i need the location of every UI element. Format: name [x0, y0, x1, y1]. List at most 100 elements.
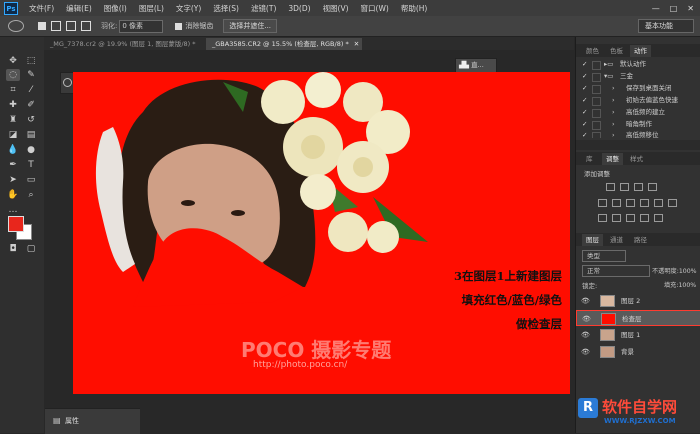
selective-color-icon[interactable] [654, 214, 663, 222]
invert-icon[interactable] [598, 214, 607, 222]
subtract-selection-icon[interactable] [66, 21, 76, 31]
tab-styles[interactable]: 样式 [626, 153, 647, 165]
exposure-icon[interactable] [648, 183, 657, 191]
vibrance-icon[interactable] [598, 199, 607, 207]
menu-3d[interactable]: 3D(D) [288, 4, 310, 13]
fill-control[interactable]: 填充:100% [664, 280, 696, 289]
tab-layers[interactable]: 图层 [582, 234, 603, 246]
path-select-icon[interactable]: ➤ [6, 174, 20, 186]
move-tool-icon[interactable]: ✥ [6, 55, 20, 67]
healing-brush-icon[interactable]: ✚ [6, 99, 20, 111]
eye-icon[interactable]: 👁 [581, 344, 590, 360]
action-row[interactable]: ✓ › 高低频移位 [576, 130, 700, 138]
blend-mode-select[interactable]: 正常 [582, 265, 650, 277]
eye-icon[interactable]: 👁 [582, 311, 591, 327]
tab-paths[interactable]: 路径 [630, 234, 651, 246]
layer-row[interactable]: 👁 图层 1 [576, 327, 700, 343]
lasso-tool-icon[interactable]: ◌ [6, 69, 20, 81]
gradient-map-icon[interactable] [640, 214, 649, 222]
black-white-icon[interactable] [640, 199, 649, 207]
histogram-float-panel[interactable]: ▟▙ 直... [455, 58, 497, 73]
pen-tool-icon[interactable]: ✒ [6, 159, 20, 171]
opacity-control[interactable]: 不透明度:100% [652, 266, 697, 275]
menu-edit[interactable]: 编辑(E) [66, 3, 92, 14]
layer-row[interactable]: 👁 图层 2 [576, 293, 700, 309]
type-tool-icon[interactable]: T [24, 159, 38, 171]
eraser-tool-icon[interactable]: ◪ [6, 129, 20, 141]
tab-channels[interactable]: 通道 [606, 234, 627, 246]
menu-file[interactable]: 文件(F) [29, 3, 54, 14]
gradient-tool-icon[interactable]: ▤ [24, 129, 38, 141]
action-row[interactable]: ✓ › 高低频的建立 [576, 107, 700, 118]
brightness-icon[interactable] [606, 183, 615, 191]
blur-tool-icon[interactable]: 💧 [6, 144, 20, 156]
dodge-tool-icon[interactable]: ● [24, 144, 38, 156]
zoom-tool-icon[interactable]: ⌕ [24, 189, 38, 201]
hue-saturation-icon[interactable] [612, 199, 621, 207]
doc-tab-2[interactable]: _GBA3585.CR2 @ 15.5% (检查层, RGB/8) * ✕ [206, 38, 362, 50]
history-brush-icon[interactable]: ↺ [24, 114, 38, 126]
site-watermark-url: WWW.RJZXW.COM [604, 417, 676, 425]
crop-tool-icon[interactable]: ⌗ [6, 84, 20, 96]
workspace-select[interactable]: 基本功能 [638, 19, 694, 33]
add-selection-icon[interactable] [51, 21, 61, 31]
foreground-color-swatch[interactable] [8, 216, 24, 232]
layer-filter-select[interactable]: 类型 [582, 250, 626, 262]
left-eye-shape [181, 200, 195, 206]
tab-libraries[interactable]: 库 [582, 153, 597, 165]
action-row[interactable]: ✓ › 初始去偏蓝色快速 [576, 95, 700, 106]
tab-adjustments[interactable]: 调整 [602, 153, 623, 165]
lasso-tool-preset-icon[interactable] [8, 20, 24, 32]
layer-row-selected[interactable]: 👁 检查层 [576, 310, 700, 326]
levels-icon[interactable] [620, 183, 629, 191]
menu-type[interactable]: 文字(Y) [176, 3, 201, 14]
menu-filter[interactable]: 滤镜(T) [251, 3, 276, 14]
doc-tab-1[interactable]: _MG_7378.cr2 @ 19.9% (图层 1, 图层蒙版/8) * ✕ [44, 38, 205, 60]
rectangle-tool-icon[interactable]: ▭ [24, 174, 38, 186]
channel-mixer-icon[interactable] [668, 199, 677, 207]
eye-icon[interactable]: 👁 [581, 327, 590, 343]
quick-mask-icon[interactable]: ◘ [6, 243, 20, 255]
posterize-icon[interactable] [612, 214, 621, 222]
float-panel-label: 直... [471, 61, 484, 69]
tab-actions[interactable]: 动作 [630, 45, 651, 57]
hand-tool-icon[interactable]: ✋ [6, 189, 20, 201]
curves-icon[interactable] [634, 183, 643, 191]
intersect-selection-icon[interactable] [81, 21, 91, 31]
menu-layer[interactable]: 图层(L) [139, 3, 164, 14]
screen-mode-icon[interactable]: ▢ [24, 243, 38, 255]
action-row[interactable]: ✓ › 暗角制作 [576, 119, 700, 130]
clone-stamp-icon[interactable]: ♜ [6, 114, 20, 126]
photo-filter-icon[interactable] [654, 199, 663, 207]
maximize-button[interactable]: □ [670, 4, 678, 13]
close-window-button[interactable]: ✕ [687, 4, 694, 13]
action-set-row[interactable]: ✓ ▾▭ 三金 [576, 71, 700, 82]
color-balance-icon[interactable] [626, 199, 635, 207]
menu-view[interactable]: 视图(V) [323, 3, 349, 14]
menu-image[interactable]: 图像(I) [104, 3, 127, 14]
menu-window[interactable]: 窗口(W) [361, 3, 389, 14]
minimize-button[interactable]: — [652, 4, 660, 13]
antialias-checkbox[interactable] [175, 22, 183, 30]
action-row[interactable]: ✓ › 保存到桌面关闭 [576, 83, 700, 94]
select-and-mask-button[interactable]: 选择并遮住... [223, 19, 278, 33]
tab-swatches[interactable]: 色板 [606, 45, 627, 57]
close-tab-icon[interactable]: ✕ [354, 40, 359, 48]
brush-tool-icon[interactable]: ✐ [24, 99, 38, 111]
document-canvas[interactable]: 3在图层1上新建图层 填充红色/蓝色/绿色 做检查层 POCO 摄影专题 htt… [73, 72, 570, 394]
more-tools-icon[interactable]: … [6, 204, 20, 216]
feather-input[interactable]: 0 像素 [119, 19, 164, 33]
action-set-row[interactable]: ✓ ▸▭ 默认动作 [576, 59, 700, 70]
eye-icon[interactable]: 👁 [581, 293, 590, 309]
properties-panel-bar[interactable]: ▤ 属性 [45, 408, 140, 434]
menu-select[interactable]: 选择(S) [213, 3, 239, 14]
tab-color[interactable]: 颜色 [582, 45, 603, 57]
eyedropper-tool-icon[interactable]: ⁄ [24, 84, 38, 96]
new-selection-icon[interactable] [38, 22, 46, 30]
quick-select-tool-icon[interactable]: ✎ [24, 69, 38, 81]
menu-help[interactable]: 帮助(H) [401, 3, 428, 14]
layer-row[interactable]: 👁 背景 [576, 344, 700, 360]
info-icon[interactable] [63, 78, 72, 87]
artboard-tool-icon[interactable]: ⬚ [24, 55, 38, 67]
threshold-icon[interactable] [626, 214, 635, 222]
